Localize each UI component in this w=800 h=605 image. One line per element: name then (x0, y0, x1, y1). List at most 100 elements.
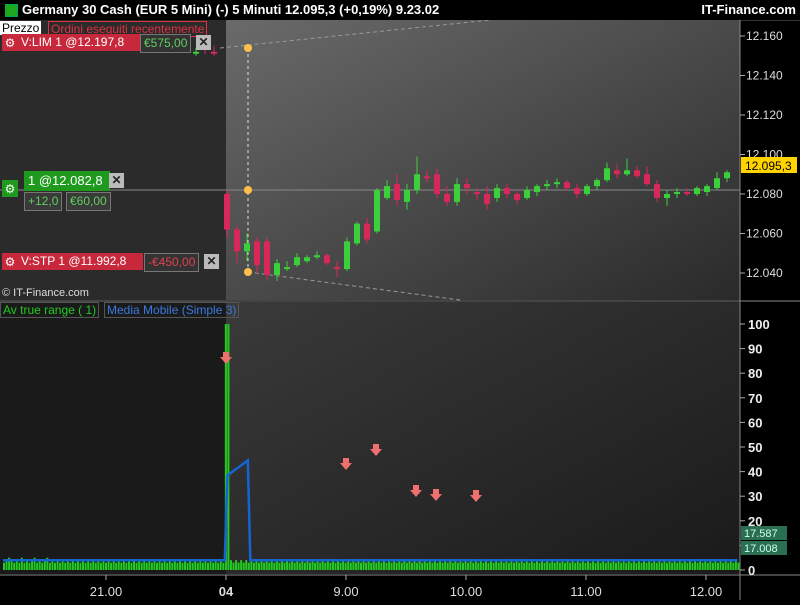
atr-bar (258, 562, 260, 570)
atr-bar (326, 560, 329, 570)
atr-bar (428, 560, 431, 570)
atr-bar (676, 562, 679, 570)
atr-bar (586, 560, 589, 570)
indicator-y-tick-label: 70 (748, 391, 762, 406)
atr-bar (135, 562, 138, 570)
limit-order-handle[interactable] (244, 44, 252, 52)
atr-bar (331, 560, 334, 570)
candle-body (724, 172, 730, 179)
atr-bar (436, 562, 439, 570)
candle-body (674, 192, 680, 195)
atr-bar (637, 560, 640, 570)
atr-bar (10, 560, 13, 570)
atr-bar (589, 562, 592, 570)
position-close-icon[interactable]: ✕ (109, 173, 124, 188)
atr-bar (260, 560, 263, 570)
candle-body (264, 241, 270, 275)
atr-bar (722, 562, 725, 570)
atr-bar (365, 562, 368, 570)
atr-bar (82, 560, 85, 570)
atr-bar (660, 562, 663, 570)
atr-bar (342, 560, 345, 570)
position-label[interactable]: 1 @12.082,8 (24, 171, 110, 191)
atr-bar (122, 560, 125, 570)
atr-bar (184, 560, 187, 570)
indicator-y-tick-label: 30 (748, 489, 762, 504)
candle-body (464, 184, 470, 189)
atr-bar (717, 562, 719, 570)
atr-bar (681, 562, 684, 570)
atr-bar (584, 562, 587, 570)
atr-bar (579, 562, 582, 570)
limit-order-close-icon[interactable]: ✕ (196, 35, 211, 50)
atr-bar (156, 562, 158, 570)
atr-bar (482, 562, 485, 570)
atr-bar (479, 560, 482, 570)
atr-bar (334, 562, 337, 570)
atr-bar (691, 562, 694, 570)
atr-bar (120, 562, 123, 570)
ma-value-tag: 17.008 (744, 543, 778, 555)
atr-bar (250, 560, 253, 570)
atr-bar (344, 562, 347, 570)
position-gear-icon[interactable]: ⚙ (2, 180, 18, 197)
atr-bar (222, 562, 225, 570)
atr-bar (727, 562, 730, 570)
atr-bar (464, 560, 467, 570)
price-y-tick-label: 12.140 (746, 69, 783, 83)
indicator-y-tick-label: 0 (748, 563, 755, 578)
atr-bar (324, 562, 327, 570)
atr-bar (133, 560, 136, 570)
candle-body (494, 188, 500, 198)
candle-body (514, 194, 520, 200)
atr-bar (500, 560, 503, 570)
atr-bar (28, 562, 31, 570)
atr-bar (523, 562, 526, 570)
atr-bar (130, 562, 133, 570)
atr-bar (293, 562, 296, 570)
atr-bar (714, 560, 717, 570)
stop-order-gear-icon[interactable]: ⚙ (2, 253, 18, 270)
atr-label[interactable]: Av true range ( 1) (0, 302, 100, 318)
atr-bar (627, 560, 630, 570)
price-pane-session-bg (226, 20, 740, 300)
candle-body (414, 174, 420, 191)
atr-bar (178, 560, 181, 570)
limit-order-gear-icon[interactable]: ⚙ (2, 34, 18, 51)
atr-bar (696, 562, 699, 570)
atr-bar (329, 562, 332, 570)
atr-bar (173, 560, 176, 570)
chart-area[interactable]: 12.160 12.140 12.120 12.100 12.080 12.060 12.0… (0, 19, 800, 600)
atr-bar (191, 562, 194, 570)
position-handle[interactable] (244, 186, 252, 194)
atr-bar (645, 562, 648, 570)
atr-bar (316, 560, 319, 570)
stop-order-close-icon[interactable]: ✕ (204, 254, 219, 269)
atr-bar (446, 562, 449, 570)
limit-order-label[interactable]: V:LIM 1 @12.197,8 (18, 34, 141, 51)
atr-bar (171, 562, 174, 570)
price-y-tick-label: 12.060 (746, 227, 783, 241)
stop-order-label[interactable]: V:STP 1 @11.992,8 (18, 253, 143, 270)
atr-bar (615, 562, 617, 570)
atr-bar (617, 560, 620, 570)
candle-body (384, 186, 390, 198)
candle-body (504, 188, 510, 194)
atr-bar (48, 562, 51, 570)
atr-bar (150, 562, 153, 570)
atr-bar (518, 562, 521, 570)
atr-bar (110, 562, 113, 570)
atr-bar (625, 562, 628, 570)
atr-bar (64, 562, 67, 570)
ma-label[interactable]: Media Mobile (Simple 3) (104, 302, 240, 318)
atr-bar (411, 562, 413, 570)
atr-bar (405, 562, 408, 570)
atr-bar (181, 562, 184, 570)
atr-bar (653, 560, 656, 570)
atr-bar (556, 560, 559, 570)
atr-bar (74, 562, 77, 570)
stop-order-handle[interactable] (244, 268, 252, 276)
atr-bar (546, 560, 549, 570)
atr-value-tag: 17.587 (744, 528, 778, 540)
atr-bar (255, 560, 258, 570)
